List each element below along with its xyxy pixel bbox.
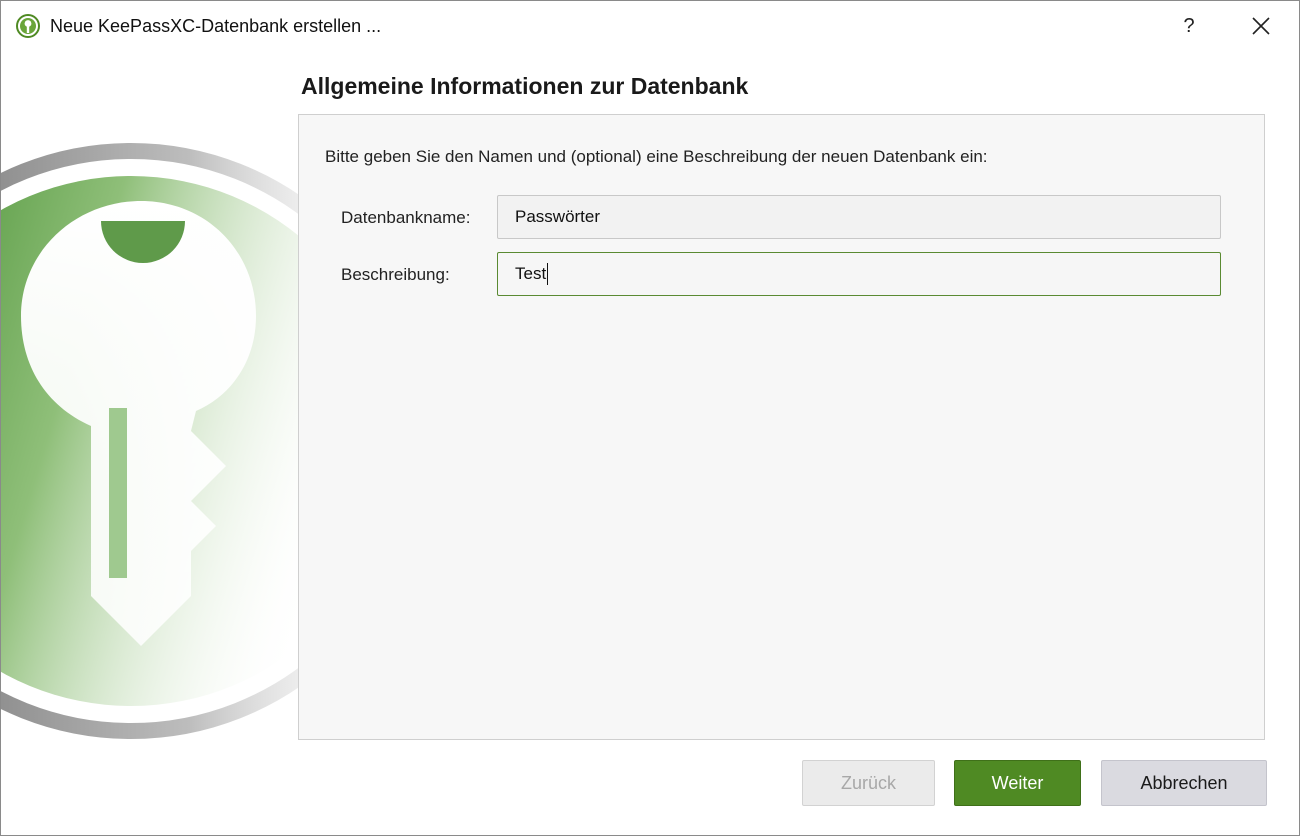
next-button[interactable]: Weiter (954, 760, 1081, 806)
help-button[interactable]: ? (1161, 1, 1217, 51)
page-heading: Allgemeine Informationen zur Datenbank (301, 73, 749, 99)
text-cursor (547, 263, 549, 285)
form-panel: Bitte geben Sie den Namen und (optional)… (298, 114, 1265, 740)
close-button[interactable] (1233, 1, 1289, 51)
database-name-value: Passwörter (515, 207, 601, 226)
database-name-label: Datenbankname: (341, 208, 471, 227)
database-name-field[interactable]: Passwörter (497, 195, 1221, 239)
window-title: Neue KeePassXC-Datenbank erstellen ... (50, 16, 382, 36)
description-label: Beschreibung: (341, 265, 450, 284)
description-field[interactable]: Test (497, 252, 1221, 296)
back-button[interactable]: Zurück (802, 760, 935, 806)
title-bar: Neue KeePassXC-Datenbank erstellen ... ? (1, 1, 1299, 51)
intro-text: Bitte geben Sie den Namen und (optional)… (325, 147, 988, 166)
dialog-window: Neue KeePassXC-Datenbank erstellen ... ? (0, 0, 1300, 836)
keepassxc-logo-icon (16, 14, 40, 38)
close-icon (1252, 17, 1270, 35)
cancel-button[interactable]: Abbrechen (1101, 760, 1267, 806)
description-value: Test (515, 264, 547, 283)
